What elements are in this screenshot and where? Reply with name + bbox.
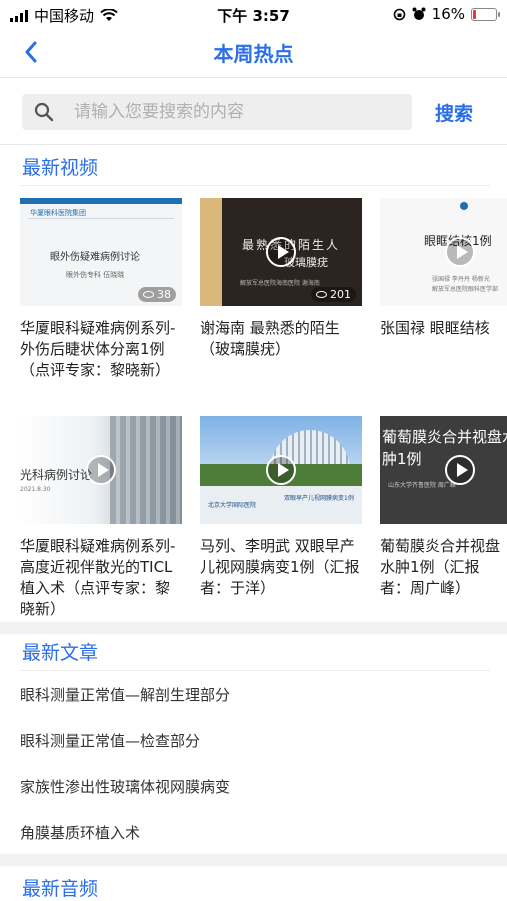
divider [20, 670, 490, 671]
view-count: 38 [138, 287, 176, 302]
thumb-text: 北京大学国际医院 [208, 502, 257, 509]
video-title-5[interactable]: 马列、李明武 双眼早产儿视网膜病变1例（汇报者：于洋） [200, 536, 362, 602]
status-right: 16% [393, 5, 500, 23]
video-thumbnail-5[interactable]: 北京大学国际医院 双眼早产儿视网膜病变1例 [200, 416, 362, 524]
video-title-4[interactable]: 华厦眼科疑难病例系列-高度近视伴散光的TICL植入术（点评专家：黎晓新） [20, 536, 182, 622]
play-icon[interactable] [445, 455, 475, 485]
article-item[interactable]: 眼科测量正常值—检查部分 [20, 730, 200, 751]
thumb-text: 华厦眼科医院集团 [30, 209, 86, 217]
view-count-value: 38 [157, 288, 171, 301]
battery-icon [471, 7, 500, 21]
section-title-articles[interactable]: 最新文章 [22, 638, 98, 665]
video-title-6[interactable]: 葡萄膜炎合并视盘水肿1例（汇报者：周广峰） [380, 536, 507, 602]
eye-icon [316, 291, 327, 298]
thumb-rule [28, 218, 174, 219]
divider [20, 185, 490, 186]
section-title-videos[interactable]: 最新视频 [22, 153, 98, 180]
nav-bar: 本周热点 [0, 28, 507, 78]
play-icon[interactable] [86, 455, 116, 485]
battery-level [473, 9, 476, 19]
thumb-dot [460, 202, 468, 210]
thumb-text: 眼外伤专科 伍晓晓 [66, 271, 125, 279]
video-title-1[interactable]: 华厦眼科疑难病例系列-外伤后睫状体分离1例（点评专家：黎晓新） [20, 318, 182, 404]
video-title-3[interactable]: 张国禄 眼眶结核 [380, 318, 507, 340]
rotation-lock-icon [393, 8, 405, 20]
view-count-value: 201 [330, 288, 351, 301]
search-button[interactable]: 搜索 [435, 99, 473, 126]
section-title-audio[interactable]: 最新音频 [22, 874, 98, 901]
thumb-text: 光科病例讨论 [20, 468, 93, 482]
alarm-icon [412, 7, 426, 20]
view-count: 201 [311, 287, 356, 302]
thumb-text: 张国禄 李丹丹 杨新光 [432, 276, 490, 283]
video-title-2[interactable]: 谢海南 最熟悉的陌生（玻璃膜疣） [200, 318, 362, 362]
thumb-text: 解放军总医院眼科医学部 [432, 286, 499, 293]
play-icon[interactable] [266, 455, 296, 485]
thumb-text: 双眼早产儿视网膜病变1例 [284, 495, 354, 502]
article-item[interactable]: 角膜基质环植入术 [20, 822, 140, 843]
status-bar: 中国移动 下午 3:57 16% [0, 0, 507, 28]
search-row: 搜索 [0, 79, 507, 145]
thumb-text: 2021.8.30 [20, 486, 51, 493]
thumb-text: 葡萄膜炎合并视盘水 [382, 428, 507, 446]
eye-icon [143, 291, 154, 298]
thumb-text: 肿1例 [382, 450, 422, 468]
page-title: 本周热点 [213, 42, 294, 66]
thumb-ribbon [200, 198, 222, 306]
video-thumbnail-1[interactable]: 华厦眼科医院集团 眼外伤疑难病例讨论 眼外伤专科 伍晓晓 38 [20, 198, 182, 306]
search-icon [34, 102, 54, 122]
video-thumbnail-2[interactable]: 最熟悉的陌生人 玻璃膜疣 解放军总医院海南医院 谢海南 201 [200, 198, 362, 306]
search-input[interactable] [74, 94, 404, 130]
section-gap [0, 854, 507, 866]
battery-percent: 16% [431, 5, 465, 23]
video-thumbnail-3[interactable]: 眼眶结核1例 张国禄 李丹丹 杨新光 解放军总医院眼科医学部 [380, 198, 507, 306]
video-thumbnail-6[interactable]: 葡萄膜炎合并视盘水 肿1例 山东大学齐鲁医院 周广峰 [380, 416, 507, 524]
thumb-text: 眼外伤疑难病例讨论 [50, 252, 140, 263]
section-gap [0, 622, 507, 634]
article-item[interactable]: 眼科测量正常值—解剖生理部分 [20, 684, 230, 705]
thumb-text: 山东大学齐鲁医院 周广峰 [388, 482, 456, 489]
play-icon[interactable] [266, 237, 296, 267]
thumb-text: 解放军总医院海南医院 谢海南 [240, 280, 320, 287]
play-icon[interactable] [445, 237, 475, 267]
video-thumbnail-4[interactable]: 光科病例讨论 2021.8.30 [20, 416, 182, 524]
thumb-building [110, 416, 182, 524]
thumb-bar [20, 198, 182, 204]
search-box[interactable] [22, 94, 412, 130]
article-item[interactable]: 家族性渗出性玻璃体视网膜病变 [20, 776, 230, 797]
